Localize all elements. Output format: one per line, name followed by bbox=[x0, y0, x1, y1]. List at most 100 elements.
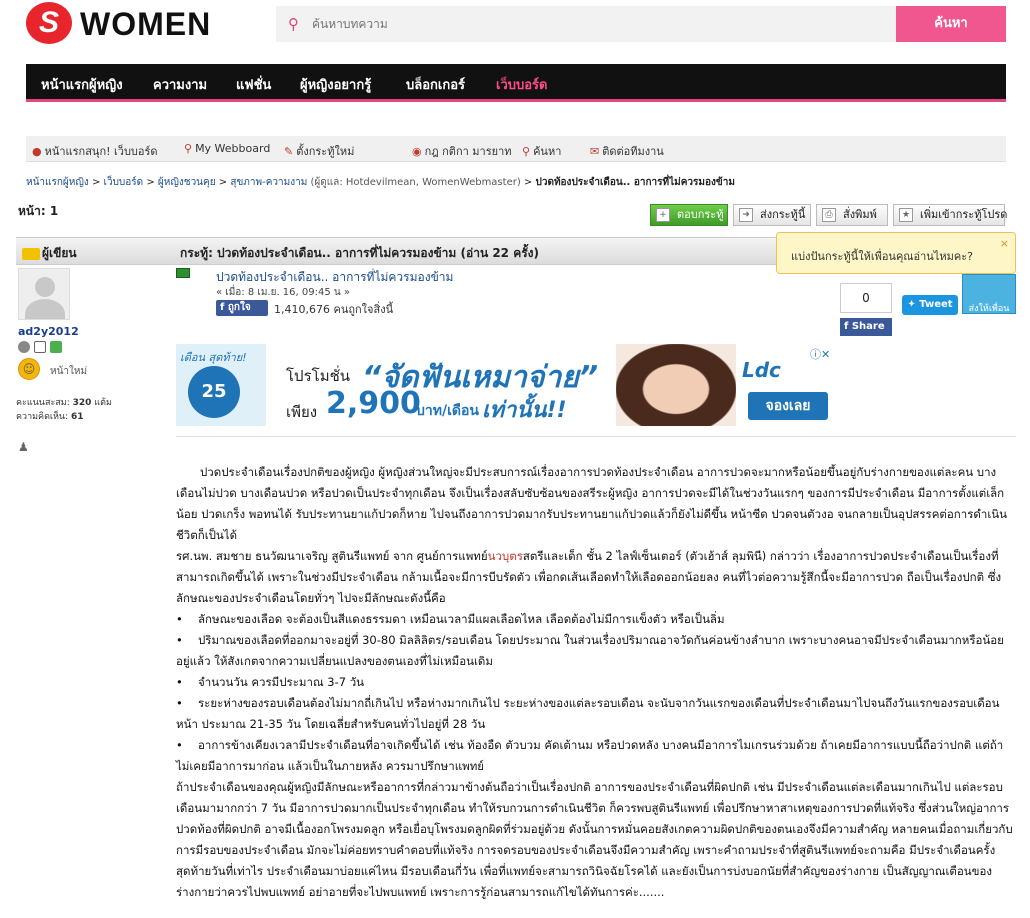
username[interactable]: ad2y2012 bbox=[18, 325, 79, 338]
send-to-friend-button[interactable]: ส่งให้เพื่อน bbox=[962, 274, 1016, 314]
search-input[interactable] bbox=[312, 12, 872, 36]
search-bar: ⚲ bbox=[276, 6, 896, 42]
toolbar-rules[interactable]: ◉ กฎ กติกา มารยาท bbox=[412, 142, 512, 160]
nav-item-blogger[interactable]: บล็อกเกอร์ bbox=[406, 74, 465, 95]
twitter-icon: ✦ bbox=[907, 299, 916, 310]
inline-link[interactable]: นวบุตร bbox=[488, 549, 523, 563]
page-number: หน้า: 1 bbox=[18, 204, 59, 218]
edit-icon: ✎ bbox=[284, 145, 294, 158]
topic-title: กระทู้: ปวดท้องประจำเดือน.. อาการที่ไม่ค… bbox=[180, 246, 540, 260]
reply-button[interactable]: + ตอบกระทู้ bbox=[650, 204, 728, 226]
comments-value: 61 bbox=[71, 412, 84, 422]
like-count: 1,410,676 คนถูกใจสิ่งนี้ bbox=[274, 303, 394, 316]
toolbar-new-topic[interactable]: ✎ ตั้งกระทู้ใหม่ bbox=[284, 142, 354, 160]
printer-icon: ⎙ bbox=[822, 208, 836, 222]
tweet-button[interactable]: ✦ Tweet bbox=[902, 295, 958, 315]
toolbar-search[interactable]: ⚲ ค้นหา bbox=[522, 142, 561, 160]
toolbar-home[interactable]: ● หน้าแรกสนุก! เว็บบอร์ด bbox=[32, 142, 158, 160]
nav-item-home[interactable]: หน้าแรกผู้หญิง bbox=[41, 74, 123, 95]
breadcrumb-separator: > bbox=[146, 177, 155, 188]
plus-icon: + bbox=[656, 208, 670, 222]
toolbar-my-webboard[interactable]: ⚲ My Webboard bbox=[184, 142, 270, 155]
like-button[interactable]: f ถูกใจ bbox=[216, 300, 268, 316]
breadcrumb-item[interactable]: สุขภาพ-ความงาม bbox=[230, 177, 307, 188]
nav-item-women-ask[interactable]: ผู้หญิงอยากรู้ bbox=[300, 74, 371, 95]
like-label: ถูกใจ bbox=[227, 302, 251, 313]
mail-icon: ✉ bbox=[590, 145, 600, 158]
ad-model-image bbox=[616, 344, 736, 426]
person-icon[interactable]: ♟ bbox=[18, 440, 29, 454]
ad-unit: บาท/เดือน bbox=[416, 403, 479, 419]
favorite-button[interactable]: ★ เพิ่มเข้ากระทู้โปรด bbox=[893, 204, 1008, 226]
send-topic-label: ส่งกระทู้นี้ bbox=[760, 208, 806, 221]
list-item: อาการข้างเคียงเวลามีประจำเดือนที่อาจเกิด… bbox=[176, 735, 1014, 777]
facebook-share-button[interactable]: f Share bbox=[840, 318, 892, 336]
toolbar-contact-label: ติดต่อทีมงาน bbox=[602, 145, 664, 158]
facebook-icon: f bbox=[220, 302, 225, 313]
divider bbox=[176, 436, 1016, 437]
main-nav: หน้าแรกผู้หญิง ความงาม แฟชั่น ผู้หญิงอยา… bbox=[26, 64, 1006, 102]
user-stats: คะแนนสะสม: 320 แต้ม ความคิดเห็น: 61 bbox=[16, 396, 112, 424]
breadcrumb: หน้าแรกผู้หญิง > เว็บบอร์ด > ผู้หญิงชวนค… bbox=[26, 175, 735, 190]
print-button[interactable]: ⎙ สั่งพิมพ์ bbox=[816, 204, 888, 226]
points-unit: แต้ม bbox=[94, 398, 112, 408]
nav-item-beauty[interactable]: ความงาม bbox=[153, 74, 207, 95]
magnifier-icon: ⚲ bbox=[522, 145, 531, 158]
ad-promo-label: โปรโมชั่น bbox=[286, 367, 351, 385]
search-icon: ⚲ bbox=[288, 15, 299, 33]
ad-brand-logo: Ldc bbox=[742, 358, 781, 382]
share-count: 0 bbox=[840, 283, 892, 313]
smiley-icon: ☺ bbox=[18, 358, 40, 380]
author-header-label: ผู้เขียน bbox=[42, 246, 77, 260]
points-label: คะแนนสะสม: bbox=[16, 398, 70, 408]
ad-banner[interactable]: เดือน สุดท้าย! 25 โปรโมชั่น “จัดฟันเหมาจ… bbox=[176, 344, 832, 426]
paragraph: ถ้าประจำเดือนของคุณผู้หญิงมีลักษณะหรืออา… bbox=[176, 780, 1013, 899]
webboard-toolbar: ● หน้าแรกสนุก! เว็บบอร์ด ⚲ My Webboard ✎ ตั… bbox=[26, 136, 1006, 162]
breadcrumb-item[interactable]: ผู้หญิงชวนคุย bbox=[158, 177, 216, 188]
close-icon[interactable]: × bbox=[1000, 237, 1009, 250]
author-badge-icon bbox=[22, 247, 40, 260]
user-icons bbox=[18, 340, 66, 353]
avatar[interactable] bbox=[18, 268, 70, 320]
list-item: จำนวนวัน ควรมีประมาณ 3-7 วัน bbox=[176, 672, 1014, 693]
ad-price: 2,900 bbox=[326, 386, 421, 421]
fb-share-label: Share bbox=[851, 321, 885, 332]
logo-mark[interactable]: S bbox=[26, 2, 72, 44]
search-button[interactable]: ค้นหา bbox=[896, 6, 1006, 42]
add-friend-icon[interactable] bbox=[50, 341, 62, 353]
print-label: สั่งพิมพ์ bbox=[843, 208, 877, 221]
ad-badge: 25 bbox=[188, 366, 240, 418]
arrow-right-icon: ➜ bbox=[739, 208, 753, 222]
rules-icon: ◉ bbox=[412, 145, 422, 158]
logo-text[interactable]: WOMEN bbox=[80, 4, 211, 44]
ad-info-icon[interactable]: ⓘ✕ bbox=[810, 346, 830, 362]
send-topic-button[interactable]: ➜ ส่งกระทู้นี้ bbox=[733, 204, 811, 226]
breadcrumb-item[interactable]: หน้าแรกผู้หญิง bbox=[26, 177, 89, 188]
paragraph-text: รศ.นพ. สมชาย ธนวัฒนาเจริญ สูตินรีแพทย์ จ… bbox=[176, 549, 488, 563]
breadcrumb-item[interactable]: เว็บบอร์ด bbox=[104, 177, 144, 188]
mail-icon[interactable] bbox=[34, 341, 46, 353]
facebook-icon: f bbox=[844, 321, 849, 332]
pin-icon: ⚲ bbox=[184, 142, 193, 155]
ad-cta-button[interactable]: จองเลย bbox=[748, 392, 828, 420]
ad-left-panel: เดือน สุดท้าย! 25 bbox=[176, 344, 266, 426]
favorite-label: เพิ่มเข้ากระทู้โปรด bbox=[920, 208, 1008, 221]
nav-item-webboard[interactable]: เว็บบอร์ด bbox=[496, 74, 547, 95]
points-value: 320 bbox=[72, 398, 92, 408]
toolbar-new-topic-label: ตั้งกระทู้ใหม่ bbox=[296, 145, 355, 158]
toolbar-contact[interactable]: ✉ ติดต่อทีมงาน bbox=[590, 142, 664, 160]
ad-price-label: เพียง bbox=[286, 403, 318, 421]
breadcrumb-separator: > bbox=[91, 177, 101, 188]
nav-item-fashion[interactable]: แฟชั่น bbox=[236, 74, 271, 95]
share-tooltip-text: แบ่งปันกระทู้นี้ให้เพื่อนคุณอ่านไหมคะ? bbox=[791, 250, 973, 263]
share-tooltip: แบ่งปันกระทู้นี้ให้เพื่อนคุณอ่านไหมคะ? × bbox=[776, 232, 1016, 274]
paragraph: รศ.นพ. สมชาย ธนวัฒนาเจริญ สูตินรีแพทย์ จ… bbox=[176, 546, 1014, 609]
list-item: ปริมาณของเลือดที่ออกมาจะอยู่ที่ 30-80 มิ… bbox=[176, 630, 1014, 672]
avatar-head bbox=[35, 277, 55, 297]
profile-icon[interactable] bbox=[18, 341, 30, 353]
chat-icon: ● bbox=[32, 145, 42, 158]
author-column-header: ผู้เขียน bbox=[22, 244, 77, 263]
post-date: « เมื่อ: 8 เม.ย. 16, 09:45 น » bbox=[216, 287, 351, 298]
toolbar-home-label: หน้าแรกสนุก! เว็บบอร์ด bbox=[44, 145, 158, 158]
breadcrumb-current: ปวดท้องประจำเดือน.. อาการที่ไม่ควรมองข้า… bbox=[535, 177, 735, 188]
